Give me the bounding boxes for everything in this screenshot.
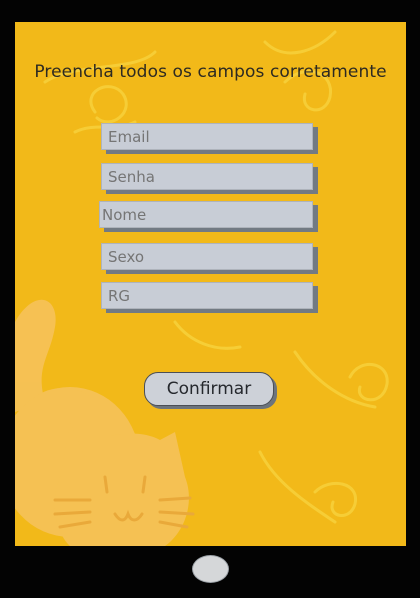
app-screen: Preencha todos os campos corretamente Co… (15, 22, 406, 546)
password-input[interactable] (108, 167, 306, 186)
home-button[interactable] (192, 555, 229, 583)
name-field[interactable] (99, 201, 313, 228)
swirl-icon (348, 362, 389, 402)
email-field[interactable] (101, 123, 313, 150)
sex-field[interactable] (101, 243, 313, 270)
password-field[interactable] (101, 163, 313, 190)
rg-input[interactable] (108, 286, 306, 305)
swirl-icon (89, 85, 128, 124)
swirl-icon (263, 30, 337, 55)
cat-illustration (15, 299, 189, 546)
form-heading: Preencha todos os campos corretamente (34, 62, 387, 82)
sex-input[interactable] (108, 247, 306, 266)
name-input[interactable] (102, 205, 306, 224)
email-input[interactable] (108, 127, 306, 146)
tablet-device: Preencha todos os campos corretamente Co… (0, 0, 420, 598)
confirm-button[interactable]: Confirmar (144, 372, 274, 406)
swirl-icon (313, 482, 357, 517)
rg-field[interactable] (101, 282, 313, 309)
swirl-icon (173, 320, 242, 350)
